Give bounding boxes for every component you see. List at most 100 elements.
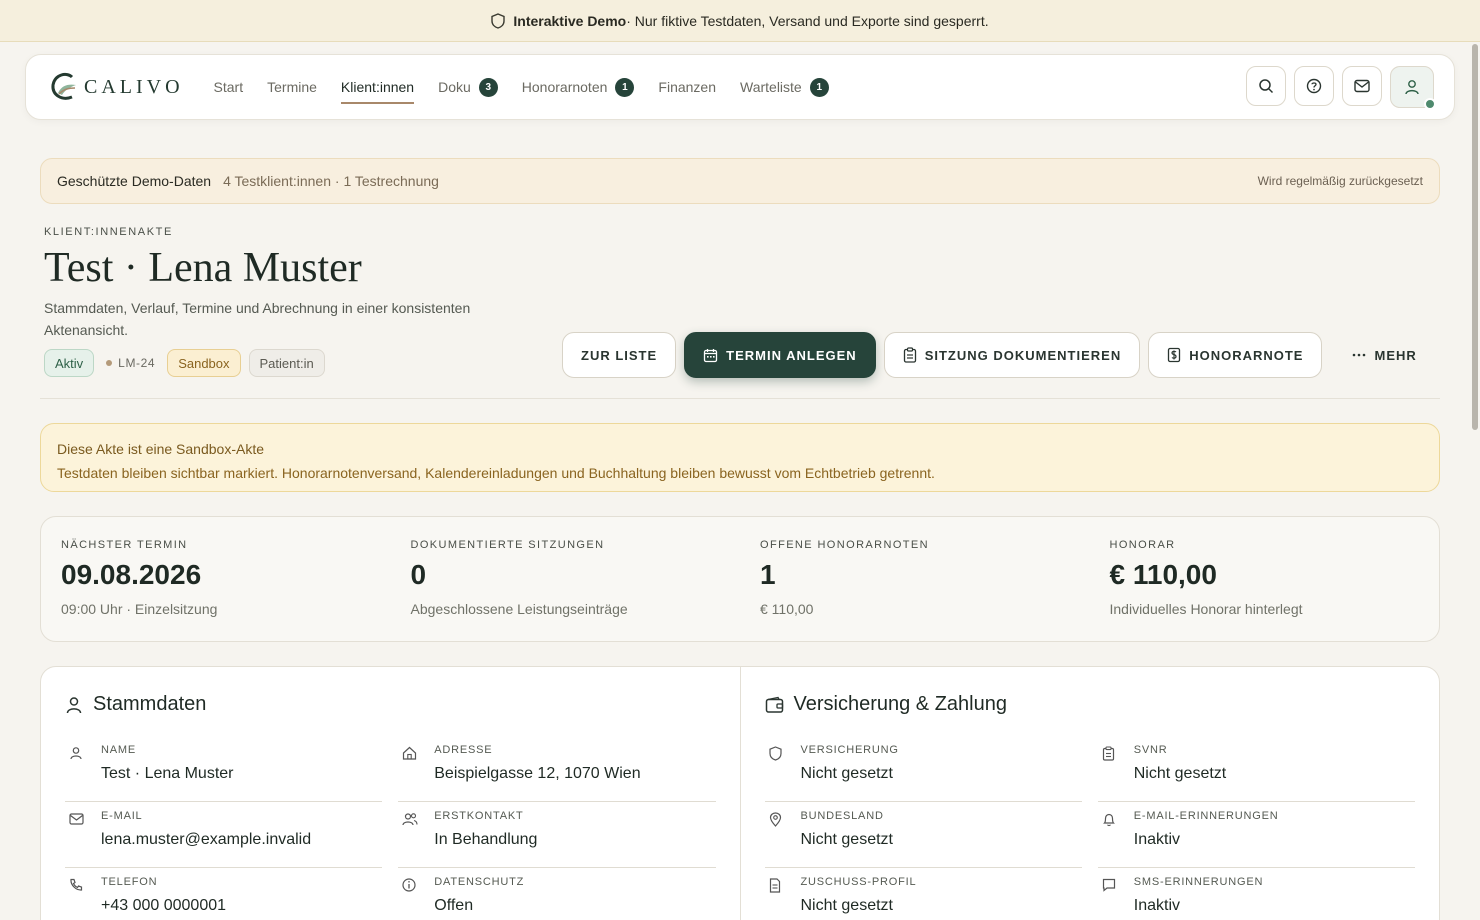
panel-title-text: Stammdaten: [93, 693, 207, 715]
field-label: SMS-ERINNERUNGEN: [1133, 876, 1264, 888]
field-value: Nicht gesetzt: [1133, 765, 1227, 782]
field-privacy: DATENSCHUTZ Offen: [398, 868, 715, 920]
field-label: NAME: [101, 744, 136, 756]
status-badge: Aktiv: [44, 349, 95, 377]
field-label: ERSTKONTAKT: [434, 810, 524, 822]
field-label: VERSICHERUNG: [800, 744, 899, 756]
invoice-button[interactable]: HONORARNOTE: [1148, 332, 1323, 378]
reset-note: Wird regelmäßig zurückgesetzt: [1257, 174, 1423, 188]
document-session-button[interactable]: SITZUNG DOKUMENTIEREN: [883, 332, 1141, 378]
field-email-reminders: E-MAIL-ERINNERUNGEN Inaktiv: [1097, 802, 1415, 868]
count-badge: 1: [809, 77, 829, 97]
button-label: TERMIN ANLEGEN: [726, 347, 857, 363]
dot-icon: [106, 360, 113, 366]
stat-fee: HONORAR € 110,00 Individuelles Honorar h…: [1090, 517, 1440, 641]
field-value: Inaktiv: [1133, 897, 1180, 914]
user-menu-button[interactable]: [1390, 66, 1436, 110]
demo-banner: Interaktive Demo · Nur fiktive Testdaten…: [0, 0, 1480, 42]
file-text-icon: [769, 878, 780, 893]
nav-item-start[interactable]: Start: [214, 54, 244, 120]
stats-card: NÄCHSTER TERMIN 09.08.2026 09:00 Uhr · E…: [40, 516, 1440, 642]
field-svnr: SVNR Nicht gesetzt: [1097, 736, 1415, 802]
logo[interactable]: CALIVO: [50, 71, 184, 103]
button-label: ZUR LISTE: [581, 347, 658, 363]
field-label: ZUSCHUSS-PROFIL: [800, 876, 917, 888]
field-value: Offen: [434, 897, 474, 914]
count-badge: 3: [478, 77, 498, 97]
demo-data-strip: Geschützte Demo-Daten 4 Testklient:innen…: [40, 158, 1440, 204]
new-appointment-button[interactable]: TERMIN ANLEGEN: [684, 332, 876, 378]
demo-data-detail: 4 Testklient:innen · 1 Testrechnung: [223, 173, 439, 189]
nav-item-warteliste[interactable]: Warteliste 1: [740, 54, 829, 120]
client-id: LM-24: [102, 349, 159, 377]
panel-title-text: Versicherung & Zahlung: [793, 693, 1007, 715]
logo-text: CALIVO: [84, 75, 184, 98]
stat-sub: Individuelles Honorar hinterlegt: [1109, 601, 1303, 617]
user-icon: [1405, 80, 1419, 95]
wallet-icon: [765, 696, 783, 713]
more-button[interactable]: MEHR: [1330, 332, 1438, 378]
stat-sub: 09:00 Uhr · Einzelsitzung: [61, 601, 218, 617]
stat-sub: Abgeschlossene Leistungseinträge: [410, 601, 628, 617]
messages-button[interactable]: [1342, 66, 1382, 106]
field-address: ADRESSE Beispielgasse 12, 1070 Wien: [398, 736, 716, 802]
calivo-logo-icon: [51, 72, 76, 100]
field-email: E-MAIL lena.muster@example.invalid: [65, 802, 383, 868]
stat-open-invoices: OFFENE HONORARNOTEN 1 € 110,00: [740, 517, 1090, 641]
demo-data-title: Geschützte Demo-Daten: [57, 173, 212, 189]
page-title: Test · Lena Muster: [44, 245, 362, 291]
nav-item-label: Warteliste: [740, 79, 802, 95]
field-value: +43 000 0000001: [101, 897, 227, 914]
stat-label: DOKUMENTIERTE SITZUNGEN: [410, 539, 605, 551]
action-bar: ZUR LISTE TERMIN ANLEGEN SITZUNG DOKUMEN…: [562, 332, 1439, 378]
field-value: In Behandlung: [434, 831, 538, 848]
status-tags: Aktiv LM-24 Sandbox Patient:in: [44, 349, 325, 377]
field-phone: TELEFON +43 000 0000001: [65, 868, 382, 920]
field-label: E-MAIL: [101, 810, 143, 822]
stat-sub: € 110,00: [760, 601, 814, 617]
stat-documented-sessions: DOKUMENTIERTE SITZUNGEN 0 Abgeschlossene…: [391, 517, 741, 641]
nav-item-honorarnoten[interactable]: Honorarnoten 1: [522, 54, 635, 120]
field-label: ADRESSE: [434, 744, 493, 756]
stat-value: € 110,00: [1109, 559, 1217, 590]
stat-label: HONORAR: [1109, 539, 1176, 551]
field-label: E-MAIL-ERINNERUNGEN: [1133, 810, 1279, 822]
nav-item-termine[interactable]: Termine: [267, 54, 317, 120]
online-status-dot: [1424, 98, 1436, 110]
field-value: lena.muster@example.invalid: [101, 831, 312, 848]
users-icon: [402, 813, 418, 826]
field-value: Nicht gesetzt: [800, 897, 893, 914]
clipboard-icon: [903, 347, 916, 363]
nav-item-klientinnen[interactable]: Klient:innen: [340, 54, 415, 120]
field-value: Inaktiv: [1133, 831, 1180, 848]
help-icon: [1306, 78, 1322, 94]
stammdaten-panel: Stammdaten NAME Test · Lena Muster ADRESS…: [41, 667, 740, 920]
search-icon: [1259, 79, 1274, 94]
field-insurance: VERSICHERUNG Nicht gesetzt: [764, 736, 1082, 802]
count-badge: 1: [615, 77, 635, 97]
field-label: TELEFON: [101, 876, 158, 888]
info-icon: [402, 878, 416, 892]
field-first-contact: ERSTKONTAKT In Behandlung: [398, 802, 716, 868]
demo-banner-title: Interaktive Demo: [513, 12, 627, 29]
page-scrollbar[interactable]: [1472, 44, 1478, 430]
search-button[interactable]: [1246, 66, 1286, 106]
nav-item-label: Start: [213, 79, 244, 95]
field-grid: NAME Test · Lena Muster ADRESSE Beispielga…: [65, 736, 716, 920]
page-eyebrow: KLIENT:INNENAKTE: [44, 226, 173, 238]
field-value: Nicht gesetzt: [800, 831, 893, 848]
stat-next-appointment: NÄCHSTER TERMIN 09.08.2026 09:00 Uhr · E…: [41, 517, 391, 641]
nav-item-finanzen[interactable]: Finanzen: [658, 54, 716, 120]
field-value: Test · Lena Muster: [101, 765, 234, 782]
nav-item-doku[interactable]: Doku 3: [438, 54, 498, 120]
header-divider: [40, 398, 1440, 399]
field-value: Beispielgasse 12, 1070 Wien: [434, 765, 641, 782]
back-to-list-button[interactable]: ZUR LISTE: [562, 332, 677, 378]
nav-item-label: Klient:innen: [340, 79, 415, 95]
demo-banner-text: · Nur fiktive Testdaten, Versand und Exp…: [626, 12, 989, 29]
help-button[interactable]: [1294, 66, 1334, 106]
user-icon: [70, 747, 82, 760]
bell-icon: [1102, 813, 1115, 827]
field-name: NAME Test · Lena Muster: [65, 736, 383, 802]
message-icon: [1102, 878, 1115, 892]
